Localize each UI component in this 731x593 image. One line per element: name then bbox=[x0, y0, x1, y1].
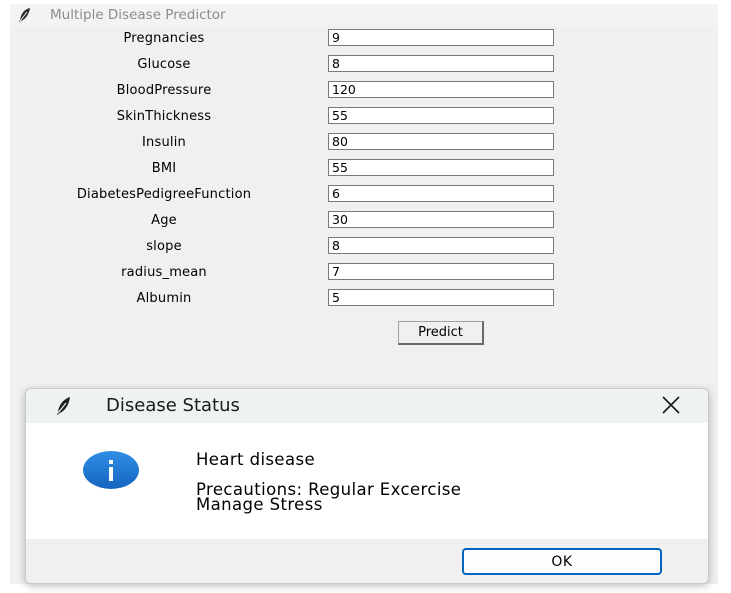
age-input[interactable] bbox=[328, 211, 554, 228]
label-skinthickness: SkinThickness bbox=[116, 109, 212, 124]
dialog-footer: OK bbox=[26, 539, 708, 583]
bloodpressure-input[interactable] bbox=[328, 81, 554, 98]
disease-status-dialog: Disease Status Heart disease Precautions… bbox=[25, 388, 709, 584]
label-pregnancies: Pregnancies bbox=[123, 31, 205, 46]
label-slope: slope bbox=[146, 239, 182, 254]
skinthickness-input[interactable] bbox=[328, 107, 554, 124]
label-albumin: Albumin bbox=[136, 291, 192, 306]
feather-icon bbox=[57, 397, 70, 415]
titlebar: Multiple Disease Predictor bbox=[10, 4, 718, 26]
radius-mean-input[interactable] bbox=[328, 263, 554, 280]
ok-button[interactable]: OK bbox=[462, 548, 662, 575]
bmi-input[interactable] bbox=[328, 159, 554, 176]
info-icon bbox=[83, 451, 139, 489]
glucose-input[interactable] bbox=[328, 55, 554, 72]
precautions-message-continued: Manage Stress bbox=[196, 495, 323, 514]
label-age: Age bbox=[151, 213, 177, 228]
albumin-input[interactable] bbox=[328, 289, 554, 306]
label-bmi: BMI bbox=[151, 161, 177, 176]
label-diabetespedigreefunction: DiabetesPedigreeFunction bbox=[76, 187, 252, 202]
label-bloodpressure: BloodPressure bbox=[116, 83, 212, 98]
predict-button[interactable]: Predict bbox=[398, 321, 484, 345]
diagnosis-message: Heart disease bbox=[196, 450, 316, 469]
feather-icon bbox=[19, 8, 30, 22]
label-glucose: Glucose bbox=[137, 57, 191, 72]
close-icon[interactable] bbox=[660, 394, 682, 416]
label-insulin: Insulin bbox=[142, 135, 186, 150]
slope-input[interactable] bbox=[328, 237, 554, 254]
pregnancies-input[interactable] bbox=[328, 29, 554, 46]
label-radius-mean: radius_mean bbox=[121, 265, 207, 280]
diabetespedigreefunction-input[interactable] bbox=[328, 185, 554, 202]
window-title: Multiple Disease Predictor bbox=[50, 7, 226, 23]
dialog-titlebar: Disease Status bbox=[26, 389, 708, 423]
insulin-input[interactable] bbox=[328, 133, 554, 150]
dialog-title: Disease Status bbox=[106, 395, 240, 416]
